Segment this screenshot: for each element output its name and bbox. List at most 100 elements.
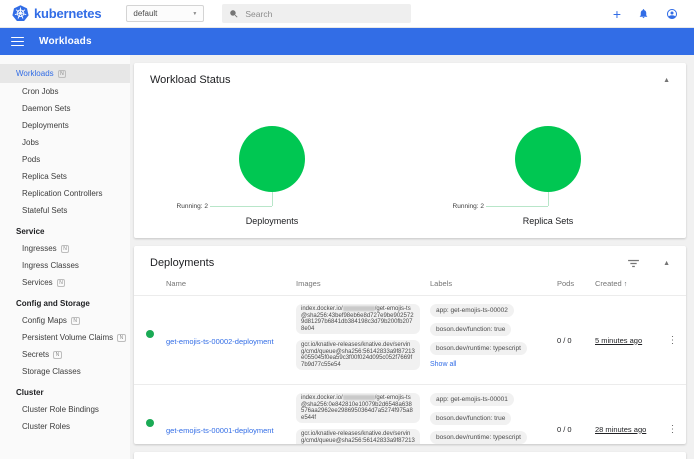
sidebar-item-config-maps[interactable]: Config MapsN xyxy=(0,312,130,329)
user-menu-button[interactable] xyxy=(666,8,678,20)
redacted-text xyxy=(343,306,375,311)
sidebar-item-workloads[interactable]: Workloads N xyxy=(0,64,130,83)
annotation-connector xyxy=(548,192,549,206)
pie-slice-running xyxy=(239,126,305,192)
table-row: get-emojis-ts-00002-deployment index.doc… xyxy=(134,295,686,384)
image-text: index.docker.io/ xyxy=(301,306,343,312)
kubernetes-logo[interactable]: kubernetes xyxy=(0,5,101,22)
sidebar-item-services[interactable]: Services N xyxy=(0,274,130,291)
sidebar-item-jobs[interactable]: Jobs xyxy=(0,134,130,151)
column-header-created[interactable]: Created ↑ xyxy=(595,279,659,288)
column-header-labels: Labels xyxy=(430,279,557,288)
collapse-card-button[interactable]: ▲ xyxy=(663,260,670,267)
sidebar-item-pods[interactable]: Pods xyxy=(0,151,130,168)
status-ok-icon xyxy=(146,330,154,338)
image-chip: index.docker.io//get-emojis-ts@sha256:0e… xyxy=(296,393,420,423)
sidebar-section-config-and-storage: Config and Storage xyxy=(0,296,130,312)
sidebar-item-ingress-classes[interactable]: Ingress Classes xyxy=(0,257,130,274)
pods-count: 0 / 0 xyxy=(557,425,595,434)
namespace-value: default xyxy=(133,9,157,18)
top-bar: kubernetes default ▼ + xyxy=(0,0,694,28)
sidebar-item-stateful-sets[interactable]: Stateful Sets xyxy=(0,202,130,219)
sidebar-item-label: Persistent Volume Claims xyxy=(22,333,113,342)
deployment-name-link[interactable]: get-emojis-ts-00002-deployment xyxy=(166,337,274,346)
sidebar-item-label: Secrets xyxy=(22,350,49,359)
column-header-name[interactable]: Name xyxy=(166,279,296,288)
workload-status-card: Workload Status ▲ Running: 2 Deployments… xyxy=(134,63,686,238)
namespaced-badge: N xyxy=(57,279,66,287)
deployments-title: Deployments xyxy=(150,257,214,269)
main-panel: Workload Status ▲ Running: 2 Deployments… xyxy=(130,55,694,459)
notifications-button[interactable] xyxy=(638,8,649,19)
sidebar-item-replication-controllers[interactable]: Replication Controllers xyxy=(0,185,130,202)
sidebar-item-daemon-sets[interactable]: Daemon Sets xyxy=(0,100,130,117)
pie-annotation: Running: 2 xyxy=(453,203,484,210)
workload-status-title: Workload Status xyxy=(150,74,231,86)
chevron-down-icon: ▼ xyxy=(192,11,197,17)
pods-count: 0 / 0 xyxy=(557,336,595,345)
table-row: get-emojis-ts-00001-deployment index.doc… xyxy=(134,384,686,444)
kubernetes-helm-icon xyxy=(12,5,29,22)
label-chip: boson.dev/function: true xyxy=(430,412,511,425)
namespaced-badge: N xyxy=(58,70,67,78)
app-bar: Workloads xyxy=(0,28,694,55)
annotation-connector xyxy=(272,192,273,206)
pie-annotation: Running: 2 xyxy=(177,203,208,210)
redacted-text xyxy=(343,395,375,400)
annotation-connector xyxy=(486,206,548,207)
label-chip: boson.dev/runtime: typescript xyxy=(430,431,527,444)
filter-icon[interactable] xyxy=(628,259,639,268)
menu-toggle-button[interactable] xyxy=(11,37,24,47)
deployment-name-link[interactable]: get-emojis-ts-00001-deployment xyxy=(166,426,274,435)
sidebar-item-label: Workloads xyxy=(16,69,54,78)
search-bar[interactable] xyxy=(222,4,411,23)
annotation-connector xyxy=(210,206,272,207)
sidebar-item-persistent-volume-claims[interactable]: Persistent Volume Claims N xyxy=(0,329,130,346)
deployments-pie-chart: Running: 2 Deployments xyxy=(134,126,410,226)
namespaced-badge: N xyxy=(61,245,70,253)
chart-title: Deployments xyxy=(134,216,410,226)
namespace-selector[interactable]: default ▼ xyxy=(126,5,204,22)
row-menu-button[interactable]: ⋮ xyxy=(659,335,686,346)
pie-slice-running xyxy=(515,126,581,192)
column-header-images[interactable]: Images xyxy=(296,279,430,288)
status-ok-icon xyxy=(146,419,154,427)
sidebar-item-storage-classes[interactable]: Storage Classes xyxy=(0,363,130,380)
sidebar-item-deployments[interactable]: Deployments xyxy=(0,117,130,134)
image-text: index.docker.io/ xyxy=(301,395,343,401)
sidebar-item-cluster-roles[interactable]: Cluster Roles xyxy=(0,418,130,435)
created-timestamp: 28 minutes ago xyxy=(595,425,659,434)
image-chip: index.docker.io//get-emojis-ts@sha256:43… xyxy=(296,304,420,334)
sidebar-item-replica-sets[interactable]: Replica Sets xyxy=(0,168,130,185)
table-header-row: Name Images Labels Pods Created ↑ xyxy=(134,274,686,295)
sidebar-nav: Workloads N Cron Jobs Daemon Sets Deploym… xyxy=(0,55,130,459)
sidebar-section-service: Service xyxy=(0,224,130,240)
show-all-link[interactable]: Show all xyxy=(430,361,557,368)
sidebar-item-cluster-role-bindings[interactable]: Cluster Role Bindings xyxy=(0,401,130,418)
sidebar-item-ingresses[interactable]: Ingresses N xyxy=(0,240,130,257)
create-resource-button[interactable]: + xyxy=(613,8,621,20)
label-chip: app: get-emojis-ts-00002 xyxy=(430,304,514,317)
chart-title: Replica Sets xyxy=(410,216,686,226)
column-header-label: Created xyxy=(595,279,622,288)
search-input[interactable] xyxy=(245,9,395,19)
replica-sets-pie-chart: Running: 2 Replica Sets xyxy=(410,126,686,226)
created-timestamp: 5 minutes ago xyxy=(595,336,659,345)
deployments-card: Deployments ▲ Name Images Label xyxy=(134,246,686,444)
namespaced-badge: N xyxy=(117,334,126,342)
sidebar-item-label: Ingresses xyxy=(22,244,57,253)
collapse-card-button[interactable]: ▲ xyxy=(663,77,670,84)
sidebar-item-label: Config Maps xyxy=(22,316,67,325)
image-chip: gcr.io/knative-releases/knative.dev/serv… xyxy=(296,340,420,370)
next-card-partial xyxy=(134,452,686,459)
label-chip: app: get-emojis-ts-00001 xyxy=(430,393,514,406)
sidebar-item-label: Services xyxy=(22,278,53,287)
sidebar-item-secrets[interactable]: Secrets N xyxy=(0,346,130,363)
image-chip: gcr.io/knative-releases/knative.dev/serv… xyxy=(296,429,420,444)
workload-status-header: Workload Status ▲ xyxy=(134,63,686,91)
search-icon xyxy=(229,9,239,19)
row-menu-button[interactable]: ⋮ xyxy=(659,424,686,435)
namespaced-badge: N xyxy=(53,351,62,359)
brand-title: kubernetes xyxy=(34,6,101,21)
sidebar-item-cron-jobs[interactable]: Cron Jobs xyxy=(0,83,130,100)
